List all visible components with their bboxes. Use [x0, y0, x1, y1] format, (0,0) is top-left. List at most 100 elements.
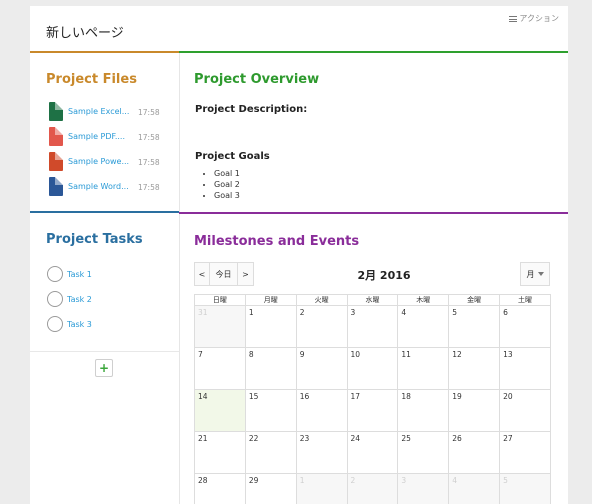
day-number: 25 — [401, 434, 411, 443]
calendar-day[interactable]: 18 — [397, 389, 450, 432]
calendar-day[interactable]: 6 — [499, 305, 551, 348]
day-number: 15 — [248, 392, 259, 401]
day-number: 20 — [503, 392, 513, 401]
file-item[interactable]: Sample Word... 17:58 — [49, 177, 174, 199]
day-number: 11 — [401, 350, 411, 359]
tasks-title: Project Tasks — [46, 232, 143, 247]
task-item[interactable]: Task 3 — [47, 316, 167, 334]
file-item[interactable]: Sample Excel... 17:58 — [49, 102, 174, 124]
action-menu-button[interactable]: アクション — [509, 13, 559, 24]
day-number: 3 — [350, 308, 356, 317]
calendar-day[interactable]: 1 — [295, 473, 348, 504]
file-name[interactable]: Sample Powe... — [68, 157, 130, 166]
calendar-day[interactable]: 21 — [194, 431, 246, 474]
day-number: 18 — [401, 392, 411, 401]
day-number: 5 — [503, 476, 508, 485]
task-item[interactable]: Task 1 — [47, 266, 167, 284]
calendar-day[interactable]: 5 — [499, 473, 551, 504]
calendar-day[interactable]: 3 — [397, 473, 450, 504]
pdf-file-icon — [49, 127, 63, 146]
calendar-view-select[interactable]: 月 — [520, 262, 550, 286]
file-name[interactable]: Sample Excel... — [68, 107, 130, 116]
milestones-title: Milestones and Events — [194, 234, 360, 249]
project-files-panel: Project Files Sample Excel... 17:58 Sample… — [30, 51, 179, 213]
weekday-header: 金曜 — [448, 294, 501, 306]
calendar-day[interactable]: 22 — [244, 431, 297, 474]
calendar-day-today[interactable]: 14 — [194, 389, 246, 432]
calendar-day[interactable]: 20 — [499, 389, 551, 432]
task-item[interactable]: Task 2 — [47, 291, 167, 309]
weekday-header: 土曜 — [499, 294, 551, 306]
calendar-day[interactable]: 15 — [244, 389, 297, 432]
weekday-header: 日曜 — [194, 294, 246, 306]
calendar-week-row: 7 8 9 10 11 12 13 — [194, 347, 551, 390]
files-accent-bar — [30, 51, 179, 53]
calendar-day[interactable]: 11 — [397, 347, 450, 390]
calendar-day[interactable]: 2 — [346, 473, 399, 504]
calendar-day[interactable]: 27 — [499, 431, 551, 474]
day-number: 27 — [503, 434, 513, 443]
weekday-header: 火曜 — [295, 294, 348, 306]
calendar-week-row: 28 29 1 2 3 4 5 — [194, 473, 551, 504]
day-number: 3 — [401, 476, 407, 485]
day-number: 4 — [452, 476, 457, 485]
calendar-day[interactable]: 1 — [244, 305, 297, 348]
add-task-button[interactable]: + — [95, 359, 113, 377]
project-tasks-panel: Project Tasks Task 1 Task 2 Task 3 + — [30, 211, 179, 504]
calendar-day[interactable]: 17 — [346, 389, 399, 432]
task-checkbox[interactable] — [47, 291, 63, 307]
calendar-month-title: 2月 2016 — [357, 269, 411, 282]
goal-item: Goal 3 — [214, 190, 240, 201]
calendar-day[interactable]: 25 — [397, 431, 450, 474]
file-name[interactable]: Sample Word... — [68, 182, 130, 191]
file-item[interactable]: Sample Powe... 17:58 — [49, 152, 174, 174]
calendar-body: 31 1 2 3 4 5 6 7 8 9 10 11 12 13 14 15 16 17 18 19 20 21 22 23 2… — [194, 305, 551, 504]
tasks-divider — [30, 351, 179, 352]
task-checkbox[interactable] — [47, 316, 63, 332]
calendar-day[interactable]: 3 — [346, 305, 399, 348]
prev-month-button[interactable]: < — [194, 262, 210, 286]
task-label[interactable]: Task 1 — [67, 270, 92, 279]
calendar-day[interactable]: 26 — [448, 431, 501, 474]
page-title: 新しいページ — [46, 26, 124, 41]
calendar-day[interactable]: 2 — [295, 305, 348, 348]
day-number: 24 — [350, 434, 361, 443]
calendar-day[interactable]: 29 — [244, 473, 297, 504]
weekday-header: 水曜 — [346, 294, 399, 306]
task-label[interactable]: Task 3 — [67, 320, 92, 329]
today-button[interactable]: 今日 — [210, 262, 238, 286]
calendar-nav: < 今日 > — [194, 262, 254, 286]
milestones-panel: Milestones and Events < 今日 > 2月 2016 月 日… — [179, 212, 568, 504]
project-overview-panel: Project Overview Project Description: Pr… — [179, 51, 568, 213]
day-number: 28 — [198, 476, 208, 485]
calendar-day[interactable]: 7 — [194, 347, 246, 390]
day-number: 21 — [198, 434, 208, 443]
calendar-week-row: 21 22 23 24 25 26 27 — [194, 431, 551, 474]
calendar-day[interactable]: 5 — [448, 305, 501, 348]
calendar-day[interactable]: 4 — [397, 305, 450, 348]
project-description-label: Project Description: — [195, 104, 308, 115]
task-label[interactable]: Task 2 — [67, 295, 92, 304]
task-checkbox[interactable] — [47, 266, 63, 282]
day-number: 7 — [198, 350, 203, 359]
calendar-day[interactable]: 19 — [448, 389, 501, 432]
calendar-day[interactable]: 23 — [295, 431, 348, 474]
calendar-day[interactable]: 4 — [448, 473, 501, 504]
calendar-day[interactable]: 10 — [346, 347, 399, 390]
calendar-day[interactable]: 8 — [244, 347, 297, 390]
next-month-button[interactable]: > — [238, 262, 254, 286]
goal-item: Goal 2 — [214, 179, 240, 190]
calendar-day[interactable]: 9 — [295, 347, 348, 390]
calendar-day[interactable]: 28 — [194, 473, 246, 504]
page-card: 新しいページ アクション Project Files Sample Excel.… — [30, 6, 568, 504]
calendar-day[interactable]: 13 — [499, 347, 551, 390]
project-goals-label: Project Goals — [195, 151, 270, 162]
action-label: アクション — [519, 14, 559, 23]
calendar-day[interactable]: 31 — [194, 305, 246, 348]
file-item[interactable]: Sample PDF.... 17:58 — [49, 127, 174, 149]
calendar-week-row: 14 15 16 17 18 19 20 — [194, 389, 551, 432]
calendar-day[interactable]: 12 — [448, 347, 501, 390]
file-name[interactable]: Sample PDF.... — [68, 132, 130, 141]
calendar-day[interactable]: 16 — [295, 389, 348, 432]
calendar-day[interactable]: 24 — [346, 431, 399, 474]
